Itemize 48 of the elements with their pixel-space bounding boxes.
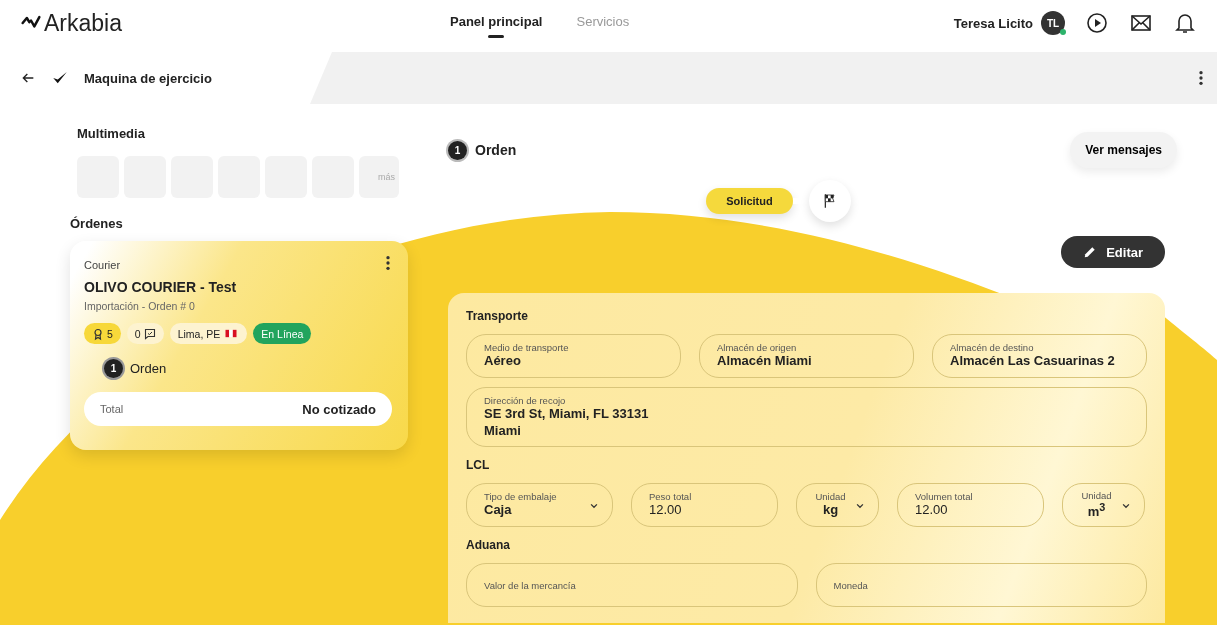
pencil-icon — [1083, 245, 1098, 259]
user-name[interactable]: Teresa Licito — [953, 15, 1033, 31]
input-field[interactable]: Almacén de origen Almacén Miami — [699, 334, 914, 378]
page-title: Maquina de ejercicio — [84, 70, 212, 86]
progress-step[interactable]: Solicitud — [706, 188, 793, 214]
order-count: 1 — [104, 359, 123, 378]
input-field[interactable]: Valor de la mercancía — [466, 563, 798, 607]
chevron-down-icon — [589, 501, 599, 511]
order-subtitle: Importación - Orden # 0 — [84, 300, 196, 312]
input-field[interactable]: Moneda — [815, 563, 1147, 607]
status-badge: En Línea — [253, 323, 312, 344]
award-icon — [92, 326, 104, 341]
total-label: Total — [100, 403, 124, 415]
service-type: Courier — [84, 259, 121, 271]
view-messages-button[interactable]: Ver mensajes — [1070, 132, 1177, 168]
order-label: Orden — [130, 361, 167, 376]
play-icon[interactable] — [1085, 11, 1109, 35]
flag-icon — [223, 328, 240, 339]
chat-icon — [143, 327, 156, 340]
section-heading: LCL — [466, 458, 491, 472]
logo[interactable]: Arkabia — [20, 9, 450, 37]
nav-tab[interactable]: Panel principal — [450, 7, 543, 39]
select-field[interactable]: Unidad kg — [796, 483, 879, 527]
select-field[interactable]: Unidad m$^{3}$ — [1062, 483, 1145, 527]
section-heading: Órdenes — [70, 216, 124, 231]
input-field[interactable]: Almacén de destino Almacén Las Casuarinas 2 — [932, 334, 1147, 378]
edit-button[interactable]: Editar — [1061, 236, 1165, 268]
location-badge: Lima, PE — [169, 323, 248, 344]
input-field[interactable]: Volumen total 12.00 — [897, 483, 1044, 527]
avatar[interactable]: TL — [1041, 11, 1065, 35]
select-field[interactable]: Tipo de embalaje Caja — [466, 483, 613, 527]
finish-step[interactable] — [808, 180, 851, 222]
chevron-down-icon — [1121, 501, 1131, 511]
input-field[interactable]: Peso total 12.00 — [631, 483, 778, 527]
section-heading: Multimedia — [77, 126, 146, 141]
rating-badge: 5 — [84, 323, 121, 344]
total-value: No cotizado — [302, 401, 376, 417]
order-count: 1 — [448, 140, 467, 160]
order-title: Orden — [475, 142, 517, 158]
messages-badge: 0 — [126, 323, 164, 344]
chevron-down-icon — [855, 501, 865, 511]
section-heading: Aduana — [466, 538, 511, 552]
logo-text: Arkabia — [44, 9, 122, 37]
input-field[interactable]: Dirección de recojo SE 3rd St, Miami, FL 33131 Miami — [466, 387, 1147, 447]
order-card[interactable]: Courier OLIVO COURIER - Test Importación - Orden # 0 5 0 Lima, PE En Línea 1 Orden Total No cotizado — [70, 241, 408, 450]
company-name: OLIVO COURIER - Test — [84, 279, 238, 295]
input-field[interactable]: Medio de transporte Aéreo — [466, 334, 681, 378]
section-heading: Transporte — [466, 309, 529, 323]
